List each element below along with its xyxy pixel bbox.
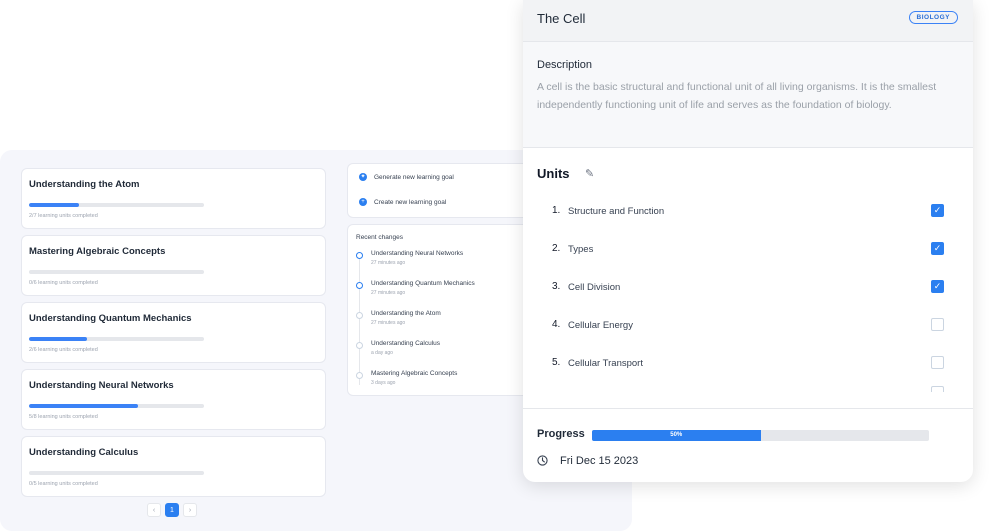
progress-label: Progress [537, 428, 585, 440]
goal-progress-fill [29, 337, 88, 341]
goal-subtitle: 0/6 learning units completed [29, 280, 98, 286]
description-text: A cell is the basic structural and funct… [537, 81, 937, 111]
unit-name: Cellular Energy [568, 320, 633, 331]
detail-header: The Cell BIOLOGY [523, 0, 973, 42]
progress-bar: 50% [592, 430, 929, 441]
progress-fill: 50% [592, 430, 761, 441]
unit-row: 3. Cell Division ✓ [523, 278, 973, 298]
create-goal-label: Create new learning goal [374, 198, 447, 206]
unit-name: Types [568, 244, 594, 255]
unit-number: 3. [552, 281, 561, 292]
unit-checkbox[interactable] [931, 386, 944, 392]
unit-checkbox[interactable]: ✓ [931, 280, 944, 293]
pagination-next-button[interactable]: › [183, 503, 197, 517]
pagination-prev-button[interactable]: ‹ [147, 503, 161, 517]
goal-subtitle: 2/6 learning units completed [29, 347, 98, 353]
goal-card[interactable]: Understanding the Atom 2/7 learning unit… [21, 168, 326, 229]
timeline-time: a day ago [371, 350, 393, 356]
create-goal-button[interactable]: + Create new learning goal [359, 198, 446, 206]
timeline-time: 27 minutes ago [371, 290, 406, 296]
timeline-dot [356, 252, 363, 259]
actions-card: ✦ Generate new learning goal + Create ne… [347, 163, 547, 218]
description-label: Description [537, 59, 593, 71]
goal-card[interactable]: Understanding Neural Networks 5/8 learni… [21, 369, 326, 430]
unit-name: Cellular Transport [568, 358, 643, 369]
goal-card[interactable]: Understanding Calculus 0/5 learning unit… [21, 436, 326, 497]
unit-number: 2. [552, 243, 561, 254]
timeline-line [359, 255, 360, 385]
timeline-title: Mastering Algebraic Concepts [371, 370, 458, 377]
unit-row: 2. Types ✓ [523, 240, 973, 260]
unit-checkbox[interactable]: ✓ [931, 204, 944, 217]
units-heading: Units [537, 166, 570, 181]
generate-goal-button[interactable]: ✦ Generate new learning goal [359, 173, 454, 181]
timeline-title: Understanding Calculus [371, 340, 441, 347]
goal-card[interactable]: Understanding Quantum Mechanics 2/6 lear… [21, 302, 326, 363]
goal-progress-bar [29, 270, 204, 274]
pagination-page-button[interactable]: 1 [165, 503, 179, 517]
pencil-icon[interactable]: ✎ [585, 167, 594, 180]
unit-name: Cell Division [568, 282, 621, 293]
unit-row: 1. Structure and Function ✓ [523, 202, 973, 222]
plus-icon: + [359, 198, 367, 206]
goal-title: Mastering Algebraic Concepts [29, 246, 166, 257]
unit-row: 4. Cellular Energy [523, 316, 973, 336]
unit-row-clipped [523, 384, 973, 392]
goal-progress-fill [29, 203, 80, 207]
timeline-time: 27 minutes ago [371, 260, 406, 266]
timeline-dot [356, 312, 363, 319]
goal-progress-bar [29, 404, 204, 408]
subject-badge: BIOLOGY [908, 11, 958, 24]
goal-card[interactable]: Mastering Algebraic Concepts 0/6 learnin… [21, 235, 326, 296]
goal-title: Understanding Quantum Mechanics [29, 313, 192, 324]
recent-changes-card: Recent changes Understanding Neural Netw… [347, 224, 547, 396]
timeline-dot [356, 342, 363, 349]
timeline-time: 27 minutes ago [371, 320, 406, 326]
pagination: ‹ 1 › [147, 503, 197, 517]
recent-changes-heading: Recent changes [356, 234, 403, 241]
clock-icon [537, 455, 548, 466]
goal-subtitle: 0/5 learning units completed [29, 481, 98, 487]
page-title: The Cell [537, 11, 586, 26]
goal-subtitle: 2/7 learning units completed [29, 213, 98, 219]
timeline-title: Understanding Neural Networks [371, 250, 464, 257]
goal-title: Understanding Neural Networks [29, 380, 174, 391]
goal-subtitle: 5/8 learning units completed [29, 414, 98, 420]
unit-number: 1. [552, 205, 561, 216]
goal-title: Understanding Calculus [29, 447, 139, 458]
detail-panel: The Cell BIOLOGY Description A cell is t… [523, 0, 973, 482]
goal-progress-bar [29, 471, 204, 475]
unit-number: 4. [552, 319, 561, 330]
due-date: Fri Dec 15 2023 [560, 455, 639, 467]
unit-checkbox[interactable] [931, 318, 944, 331]
sparkle-icon: ✦ [359, 173, 367, 181]
timeline-dot [356, 372, 363, 379]
app-stage: Understanding the Atom 2/7 learning unit… [0, 0, 1000, 531]
timeline-title: Understanding the Atom [371, 310, 441, 317]
unit-name: Structure and Function [568, 206, 665, 217]
goal-progress-fill [29, 404, 139, 408]
generate-goal-label: Generate new learning goal [374, 173, 454, 181]
timeline-title: Understanding Quantum Mechanics [371, 280, 475, 287]
goal-title: Understanding the Atom [29, 179, 140, 190]
unit-row: 5. Cellular Transport [523, 354, 973, 374]
timeline-dot [356, 282, 363, 289]
progress-section: Progress 50% Fri Dec 15 2023 [523, 408, 973, 482]
unit-checkbox[interactable]: ✓ [931, 242, 944, 255]
unit-number: 5. [552, 357, 561, 368]
goal-progress-bar [29, 203, 204, 207]
timeline-time: 3 days ago [371, 380, 396, 386]
unit-checkbox[interactable] [931, 356, 944, 369]
goal-progress-bar [29, 337, 204, 341]
description-section: Description A cell is the basic structur… [523, 42, 973, 148]
